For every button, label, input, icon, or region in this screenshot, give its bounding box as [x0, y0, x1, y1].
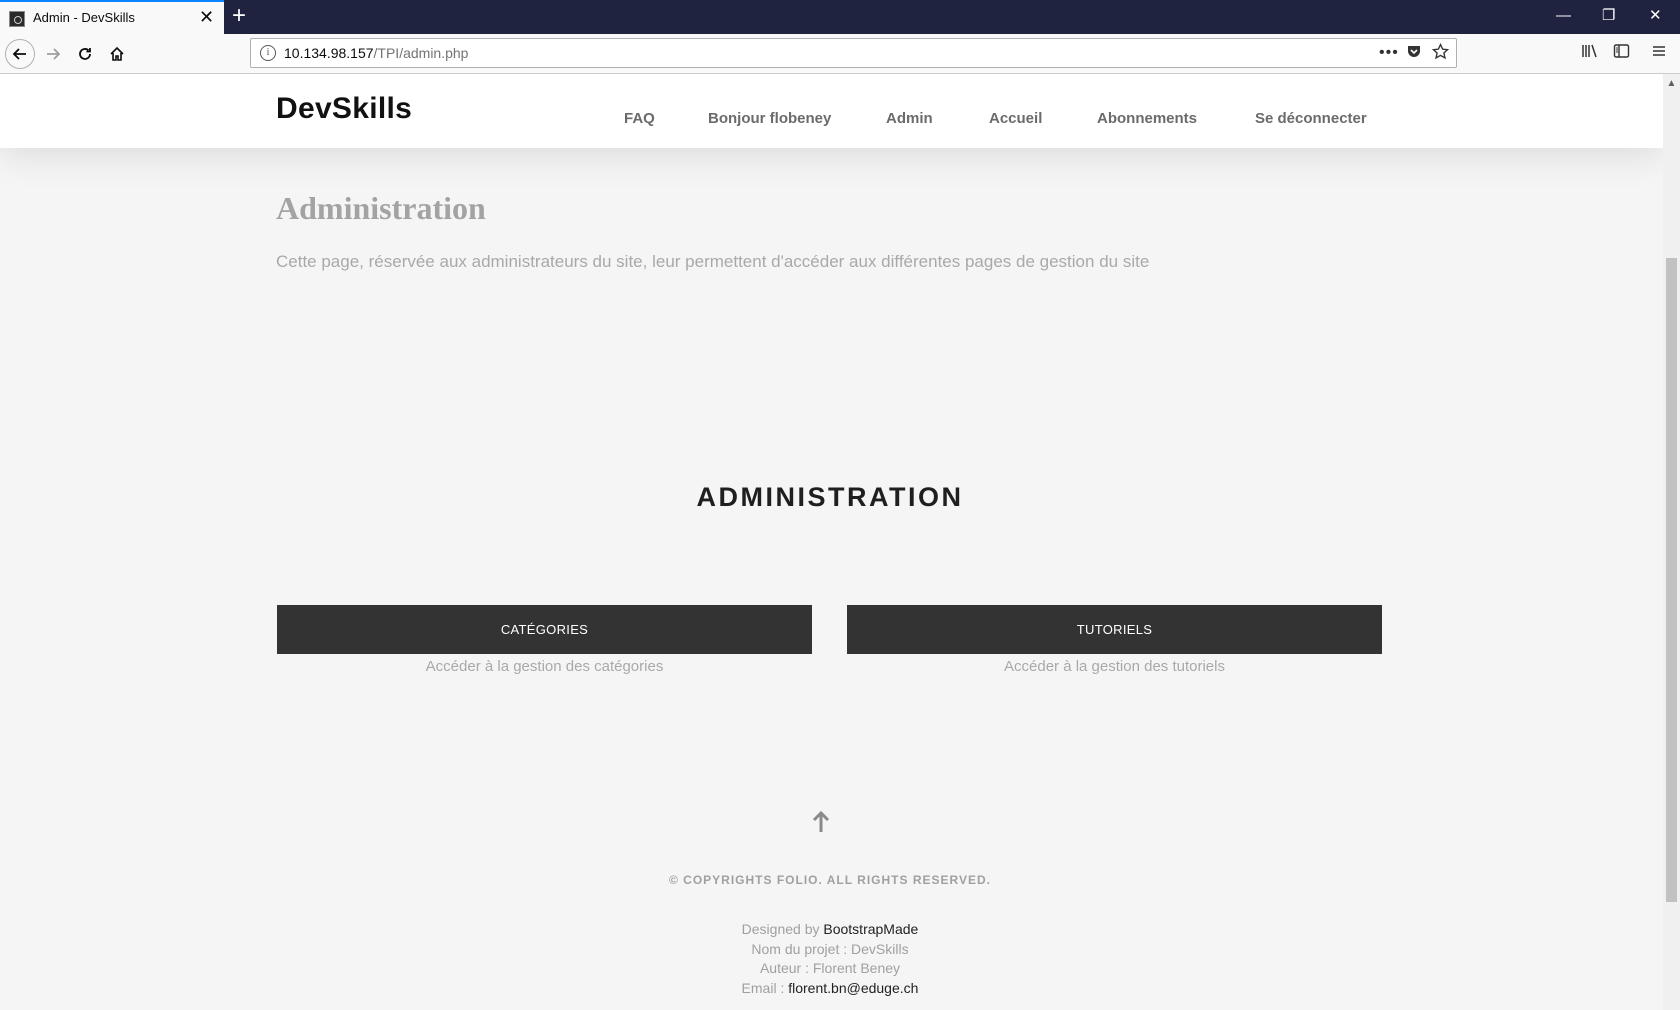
section-title: ADMINISTRATION [696, 482, 964, 512]
home-button[interactable] [102, 39, 132, 69]
footer-credits: Designed by BootstrapMade Nom du projet … [0, 920, 1660, 998]
home-icon [110, 46, 124, 61]
library-icon[interactable] [1581, 43, 1598, 65]
nav-link-faq[interactable]: FAQ [624, 110, 655, 127]
author-line: Auteur : Florent Beney [759, 960, 901, 976]
arrow-right-icon [47, 48, 61, 60]
nav-link-logout[interactable]: Se déconnecter [1255, 110, 1367, 127]
browser-tab[interactable]: Admin - DevSkills ✕ [0, 0, 224, 34]
nav-link-profile[interactable]: Bonjour flobeney [708, 110, 831, 127]
forward-button[interactable] [38, 39, 68, 69]
page-intro-text: Cette page, réservée aux administrateurs… [276, 252, 1150, 271]
nav-link-admin[interactable]: Admin [886, 110, 933, 127]
categories-card: CATÉGORIES Accéder à la gestion des caté… [277, 605, 812, 675]
tutorials-description: Accéder à la gestion des tutoriels [1004, 658, 1225, 675]
page-viewport: DevSkills FAQ Bonjour flobeney Admin Acc… [0, 74, 1663, 1010]
info-icon[interactable]: i [260, 45, 276, 61]
pocket-icon[interactable] [1406, 43, 1422, 65]
site-logo[interactable]: DevSkills [276, 92, 412, 126]
scrollbar-thumb[interactable] [1666, 258, 1677, 902]
copyright-text: © COPYRIGHTS FOLIO. ALL RIGHTS RESERVED. [669, 873, 991, 887]
bookmark-star-icon[interactable] [1431, 42, 1450, 66]
reload-button[interactable] [70, 39, 100, 69]
nav-link-subscriptions[interactable]: Abonnements [1097, 110, 1197, 127]
restore-window-button[interactable]: ❐ [1602, 6, 1615, 26]
site-header: DevSkills FAQ Bonjour flobeney Admin Acc… [0, 74, 1663, 148]
close-tab-icon[interactable]: ✕ [199, 7, 214, 27]
url-text: 10.134.98.157/TPI/admin.php [284, 45, 469, 61]
page-title: Administration [276, 190, 486, 226]
email-link[interactable]: florent.bn@eduge.ch [788, 980, 918, 996]
bootstrapmade-link[interactable]: BootstrapMade [823, 921, 918, 937]
nav-link-home[interactable]: Accueil [989, 110, 1042, 127]
minimize-window-button[interactable]: — [1556, 6, 1571, 26]
categories-description: Accéder à la gestion des catégories [425, 658, 664, 675]
sidebar-icon[interactable] [1613, 43, 1630, 65]
arrow-up-icon [812, 810, 830, 832]
hamburger-menu-icon[interactable] [1652, 43, 1666, 65]
browser-toolbar: i 10.134.98.157/TPI/admin.php ••• [0, 34, 1680, 74]
tutorials-card: TUTORIELS Accéder à la gestion des tutor… [847, 605, 1382, 675]
categories-button[interactable]: CATÉGORIES [277, 605, 812, 654]
page-scrollbar[interactable]: ▲ [1663, 74, 1680, 1010]
arrow-left-icon [12, 48, 26, 60]
site-favicon-icon [9, 11, 25, 27]
browser-titlebar: Admin - DevSkills ✕ + — ❐ ✕ [0, 0, 1680, 34]
back-to-top-button[interactable] [812, 810, 830, 834]
tutorials-button[interactable]: TUTORIELS [847, 605, 1382, 654]
scroll-up-arrow-icon[interactable]: ▲ [1663, 78, 1680, 89]
designed-by-line: Designed by BootstrapMade [741, 921, 919, 937]
project-name-line: Nom du projet : DevSkills [751, 940, 909, 957]
back-button[interactable] [5, 39, 35, 69]
page-actions-icon[interactable]: ••• [1379, 43, 1399, 63]
reload-icon [79, 48, 91, 60]
address-bar[interactable]: i 10.134.98.157/TPI/admin.php ••• [250, 38, 1457, 68]
new-tab-button[interactable]: + [232, 2, 246, 30]
email-line: Email : florent.bn@eduge.ch [741, 979, 919, 996]
tab-title: Admin - DevSkills [33, 10, 135, 25]
close-window-button[interactable]: ✕ [1649, 6, 1662, 26]
